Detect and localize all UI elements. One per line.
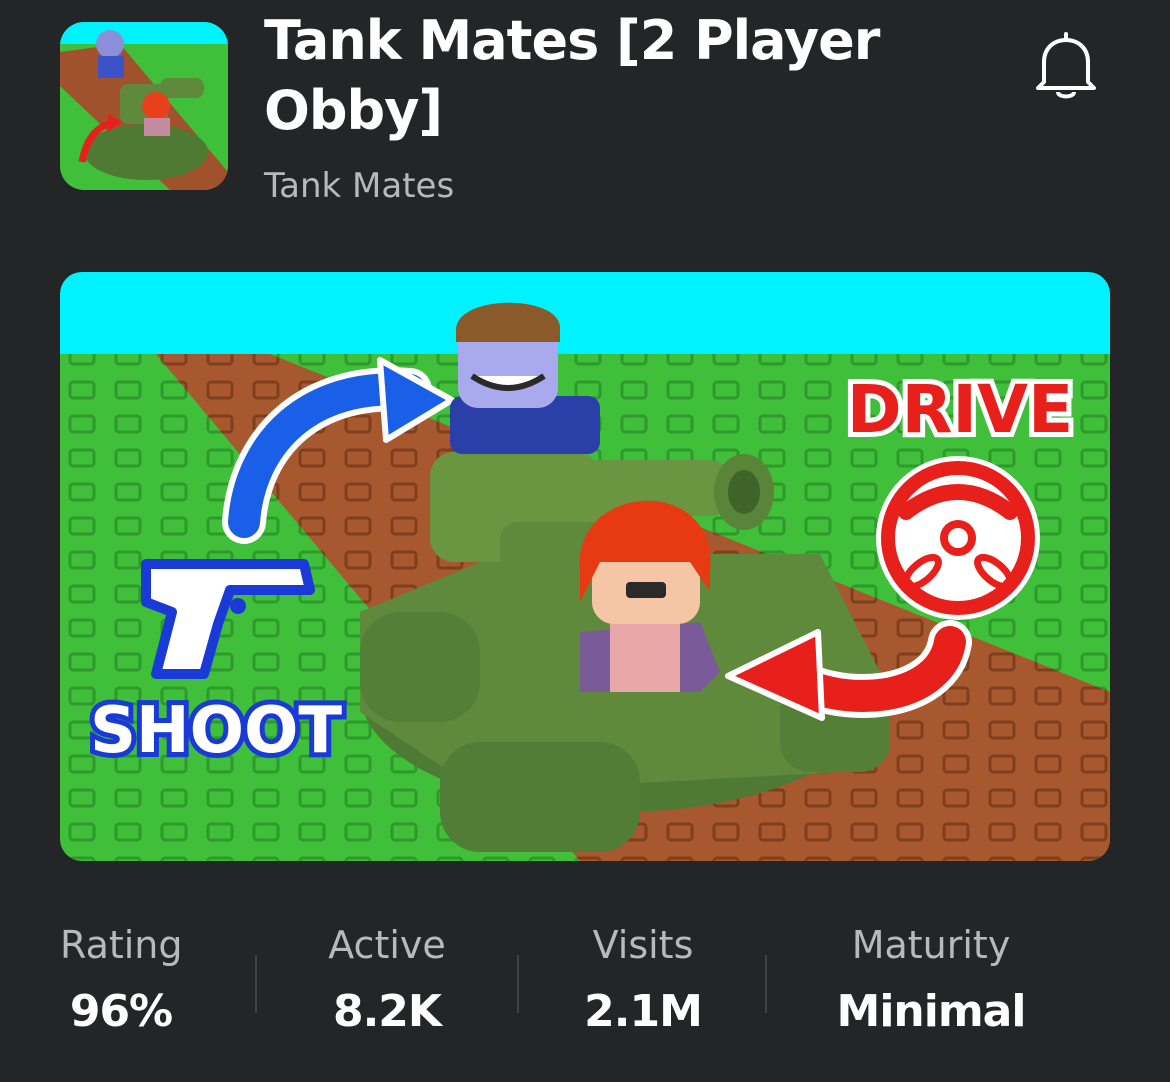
stat-value: Minimal (836, 986, 1027, 1037)
stat-divider (255, 955, 257, 1013)
creator-name[interactable]: Tank Mates (264, 164, 454, 208)
stat-label: Visits (592, 923, 694, 967)
shoot-caption: SHOOT (90, 694, 342, 768)
stat-label: Rating (60, 923, 183, 967)
player-character-red (579, 500, 720, 692)
game-banner[interactable]: DRIVE SHOOT (60, 272, 1110, 861)
bell-icon[interactable] (1030, 28, 1102, 104)
stat-value: 2.1M (584, 986, 703, 1037)
game-title-line-1: Tank Mates [2 Player (264, 9, 880, 72)
stat-visits: Visits 2.1M (580, 920, 706, 1040)
game-title-line-2: Obby] (264, 79, 443, 142)
stat-value: 96% (69, 986, 173, 1037)
stat-label: Maturity (851, 923, 1011, 967)
game-thumbnail[interactable] (60, 22, 228, 190)
stats-row: Rating 96% Active 8.2K Visits 2.1M Matur… (0, 920, 1170, 1050)
stat-divider (517, 955, 519, 1013)
stat-label: Active (328, 923, 446, 967)
steering-wheel-icon (876, 456, 1040, 620)
drive-caption: DRIVE (847, 371, 1073, 448)
stat-active: Active 8.2K (322, 920, 452, 1040)
stat-divider (765, 955, 767, 1013)
game-title: Tank Mates [2 Player Obby] (264, 6, 904, 146)
stat-value: 8.2K (332, 986, 442, 1037)
stat-rating: Rating 96% (60, 920, 183, 1040)
stat-maturity: Maturity Minimal (826, 920, 1036, 1040)
